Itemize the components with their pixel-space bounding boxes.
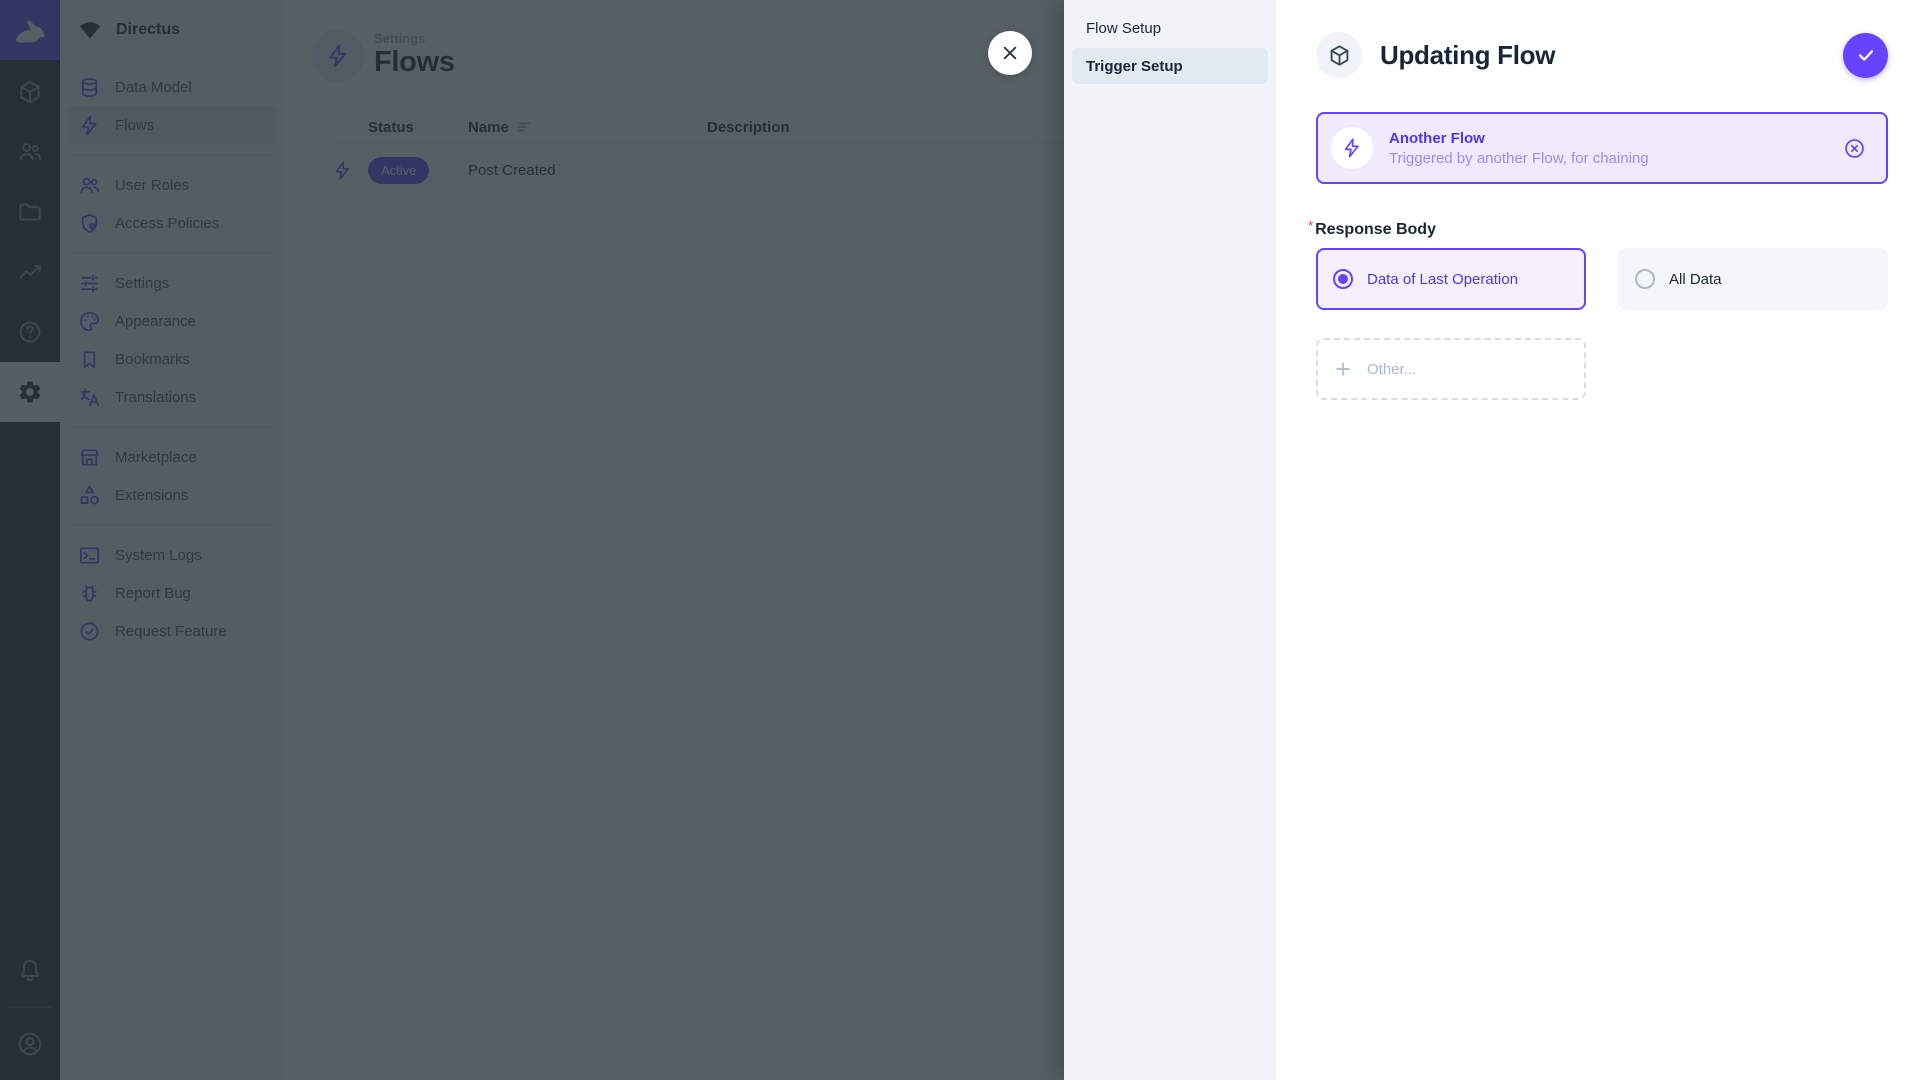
response-body-field-label: * Response Body (1308, 219, 1888, 239)
directus-app: Directus Data Model Flows User Roles Acc… (0, 0, 1920, 1080)
required-asterisk: * (1308, 218, 1314, 233)
drawer-main: Updating Flow Another Flow Triggered by … (1276, 0, 1920, 1080)
trigger-card-title: Another Flow (1389, 129, 1485, 147)
response-body-options: Data of Last Operation All Data (1316, 248, 1888, 310)
option-data-of-last-operation[interactable]: Data of Last Operation (1316, 248, 1586, 310)
radio-unselected-icon (1635, 269, 1655, 289)
other-option-button[interactable]: Other... (1316, 338, 1586, 400)
trigger-icon-circle (1331, 127, 1373, 169)
save-button[interactable] (1843, 32, 1888, 78)
drawer-section-flow-setup[interactable]: Flow Setup (1072, 10, 1268, 46)
close-icon (999, 42, 1021, 64)
close-drawer-button[interactable] (988, 31, 1032, 75)
edit-flow-drawer: Flow Setup Trigger Setup Updating Flow A… (1064, 0, 1920, 1080)
other-option-label: Other... (1367, 360, 1417, 378)
drawer-header: Updating Flow (1316, 32, 1888, 78)
field-label-text: Response Body (1315, 221, 1436, 238)
radio-selected-icon (1333, 269, 1353, 289)
bolt-icon (1341, 137, 1363, 159)
trigger-card-subtitle: Triggered by another Flow, for chaining (1389, 149, 1649, 167)
trigger-type-card[interactable]: Another Flow Triggered by another Flow, … (1316, 112, 1888, 184)
drawer-title-icon-circle (1316, 32, 1362, 78)
deselect-trigger-button[interactable] (1843, 137, 1866, 160)
check-icon (1855, 44, 1877, 66)
circled-x-icon (1843, 137, 1866, 160)
drawer-title: Updating Flow (1380, 39, 1556, 70)
option-label: All Data (1669, 270, 1722, 288)
drawer-section-trigger-setup[interactable]: Trigger Setup (1072, 48, 1268, 84)
option-label: Data of Last Operation (1367, 270, 1518, 288)
cube-icon (1327, 43, 1352, 68)
option-all-data[interactable]: All Data (1618, 248, 1888, 310)
plus-icon (1333, 359, 1353, 379)
drawer-section-nav: Flow Setup Trigger Setup (1064, 0, 1276, 1080)
